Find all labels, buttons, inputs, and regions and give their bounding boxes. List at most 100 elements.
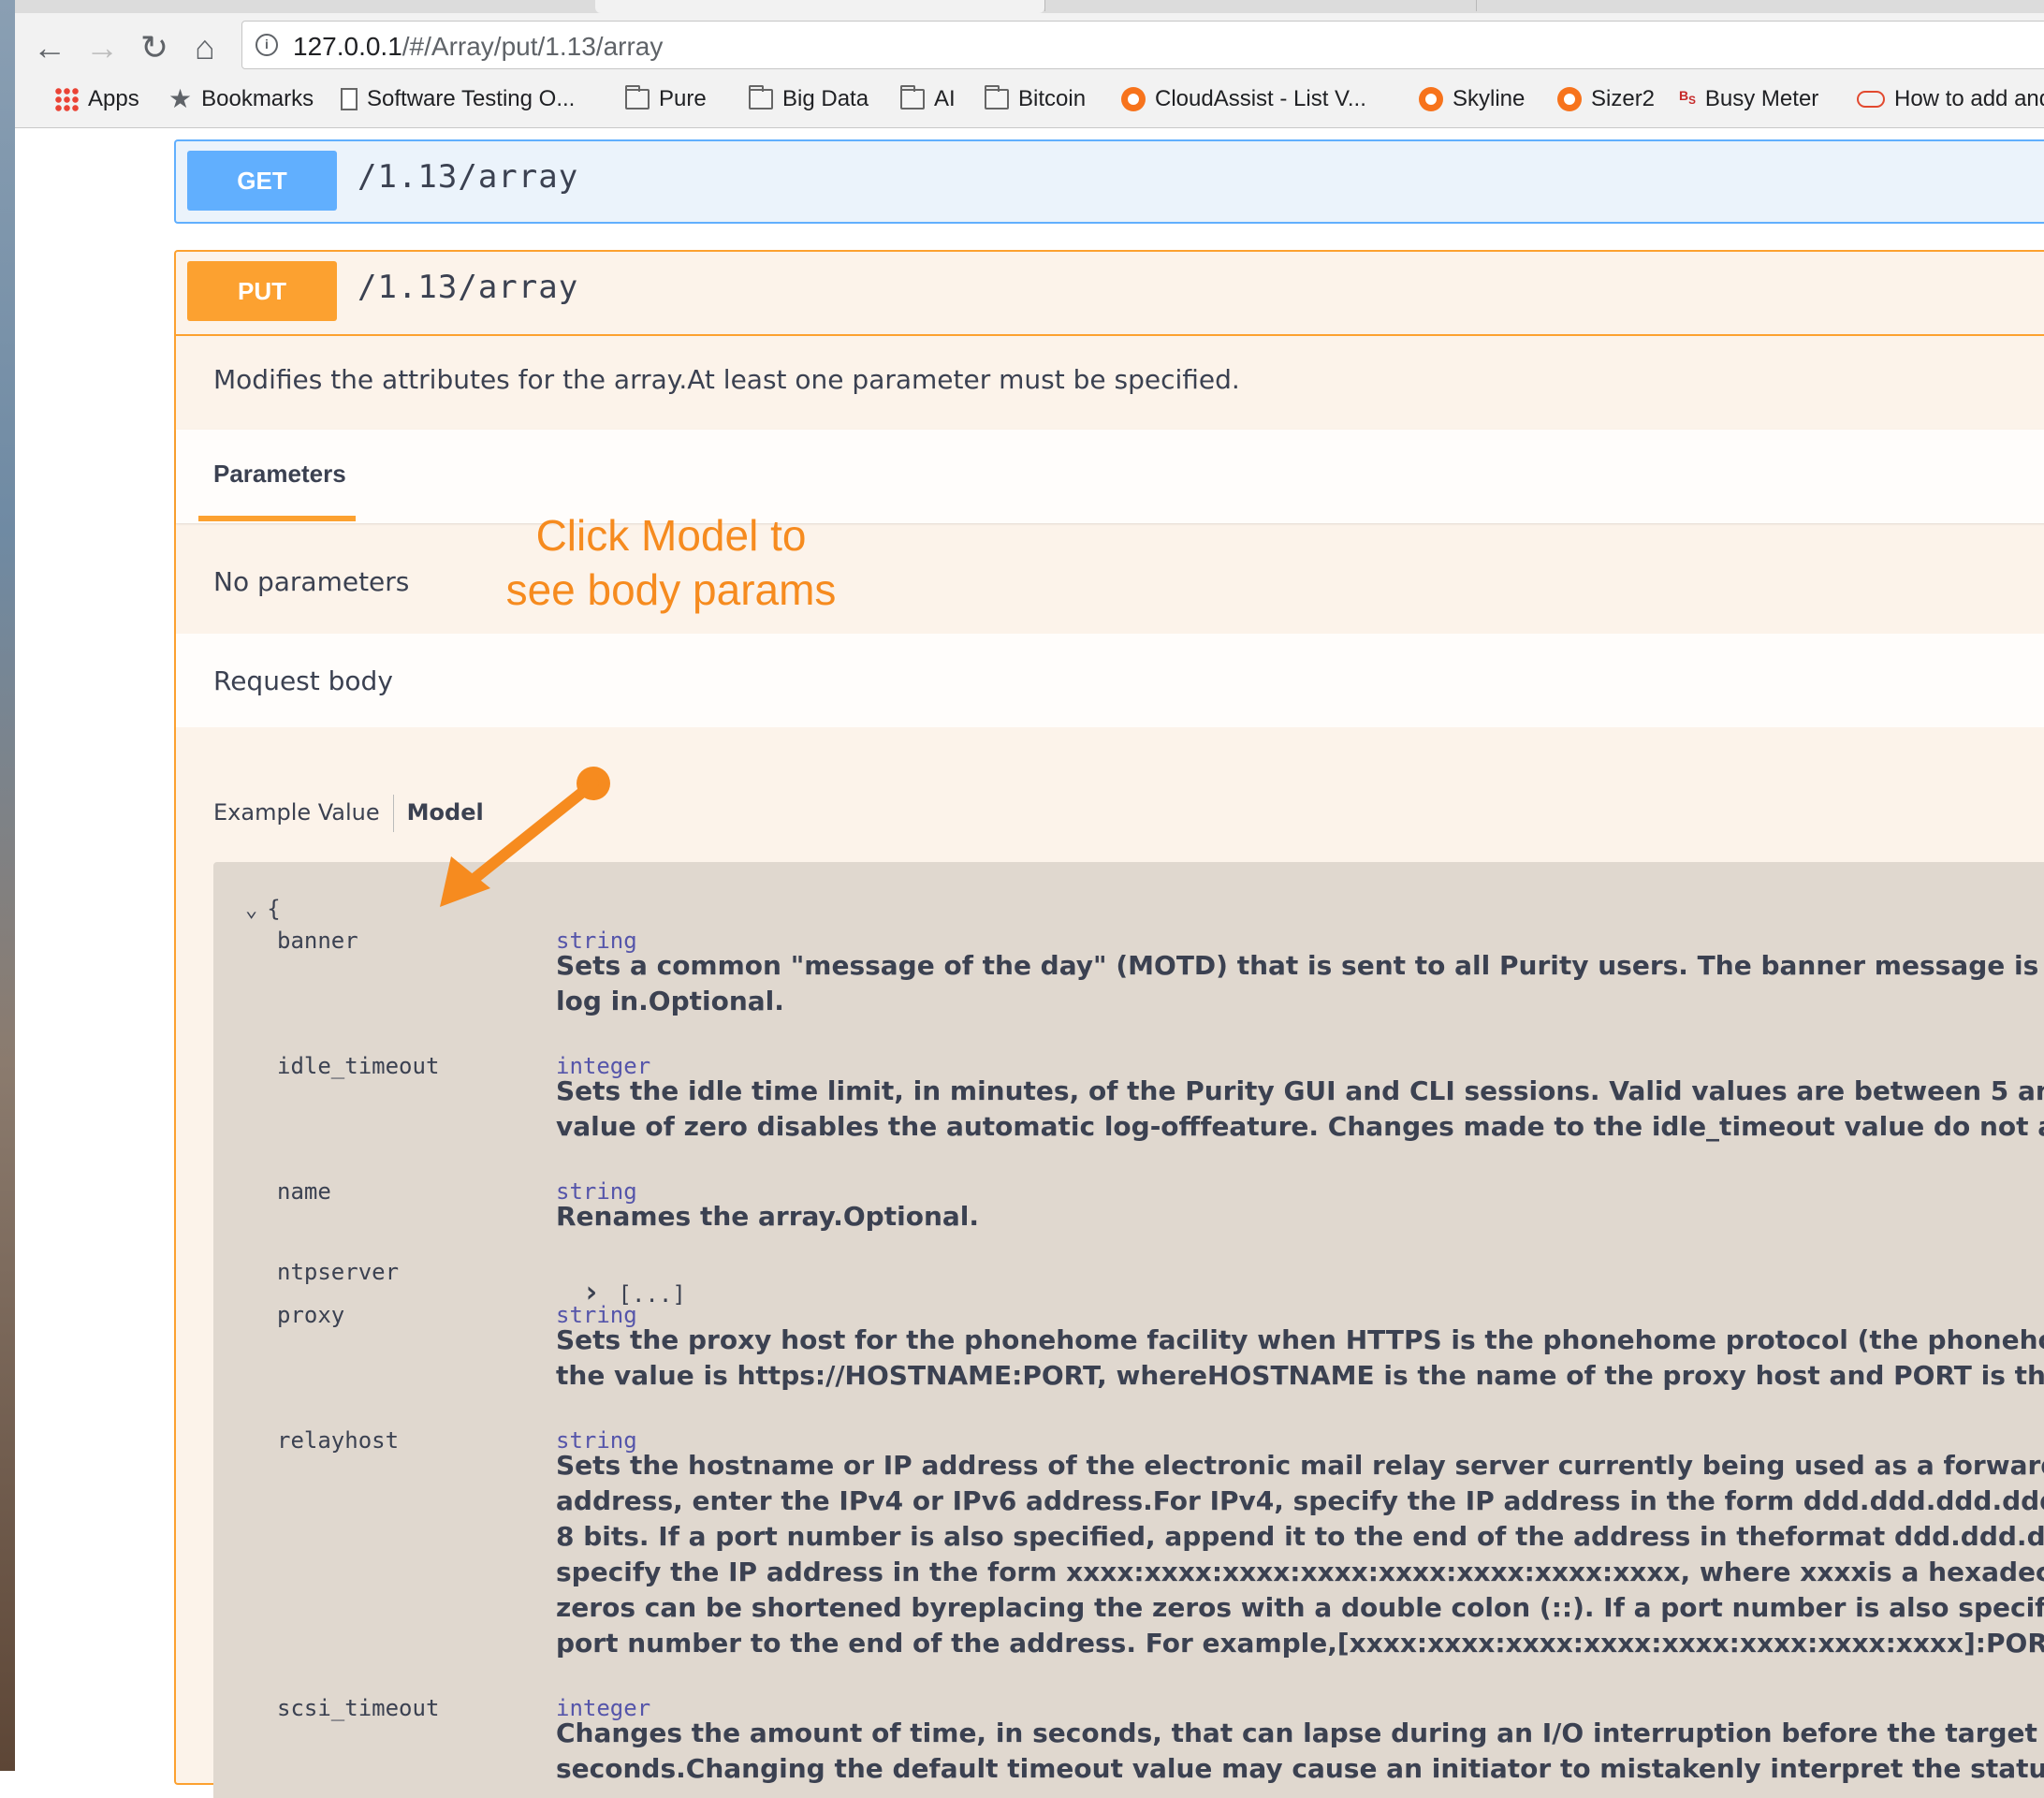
bookmark-label: Bitcoin [1018, 86, 1087, 111]
description-line: 8 bits. If a port number is also specifi… [556, 1521, 2044, 1552]
property-name: name [277, 1178, 331, 1205]
forward-icon[interactable]: → [79, 24, 125, 71]
bookmark-busy-meter[interactable]: BS Busy Meter [1679, 80, 1818, 118]
bookmark-label: Sizer2 [1591, 86, 1656, 111]
get-operation[interactable]: GET /1.13/array [174, 139, 2044, 224]
bookmark-how-to-add[interactable]: How to add and [1857, 80, 2044, 118]
annotation-line-1: Click Model to [535, 511, 807, 560]
tab-active[interactable] [595, 0, 1044, 13]
browser-chrome: ← → ↻ ⌂ i 127.0.0.1/#/Array/put/1.13/arr… [15, 0, 2044, 128]
bookmark-folder-big-data[interactable]: Big Data [749, 80, 869, 118]
description-line: zeros can be shortened byreplacing the z… [556, 1592, 2044, 1623]
bookmark-skyline[interactable]: Skyline [1419, 80, 1525, 118]
description-line: log in.Optional. [556, 986, 784, 1016]
tab-strip [15, 0, 2044, 13]
put-summary[interactable]: PUT /1.13/array [176, 252, 2044, 336]
arrow-shaft [457, 778, 599, 894]
property-description: Sets the proxy host for the phonehome fa… [556, 1323, 2044, 1394]
bookmark-bookmarks[interactable]: ★ Bookmarks [168, 80, 314, 118]
url-text[interactable]: 127.0.0.1/#/Array/put/1.13/array [293, 32, 663, 62]
request-body-header: Request body [176, 634, 2044, 727]
description-line: Sets the hostname or IP address of the e… [556, 1450, 2044, 1481]
pure-storage-icon [1557, 87, 1582, 111]
apps-icon [54, 87, 79, 111]
page-icon [341, 88, 358, 110]
back-icon[interactable]: ← [26, 24, 73, 71]
pure-storage-icon [1121, 87, 1146, 111]
desktop-background [0, 0, 15, 1771]
annotation-line-2: see body params [505, 565, 837, 614]
property-description: Sets the idle time limit, in minutes, of… [556, 1074, 2044, 1145]
open-brace: { [267, 896, 281, 922]
bookmark-label: How to add and [1894, 86, 2044, 111]
tab-example-value[interactable]: Example Value [213, 799, 380, 826]
url-path: /#/Array/put/1.13/array [402, 32, 664, 61]
description-line: the value is https://HOSTNAME:PORT, wher… [556, 1360, 2044, 1391]
home-icon[interactable]: ⌂ [182, 24, 228, 71]
description-line: specify the IP address in the form xxxx:… [556, 1557, 2044, 1587]
property-description: Sets a common "message of the day" (MOTD… [556, 948, 2044, 1019]
property-name: idle_timeout [277, 1053, 440, 1079]
cloud-icon [1857, 91, 1885, 108]
request-body-title: Request body [213, 665, 393, 696]
folder-icon [900, 85, 925, 110]
property-description: Sets the hostname or IP address of the e… [556, 1448, 2044, 1661]
arrow-head [440, 856, 490, 907]
reload-icon[interactable]: ↻ [131, 24, 178, 71]
bookmark-label: CloudAssist - List V... [1155, 86, 1366, 111]
property-name: ntpserver [277, 1259, 400, 1285]
bookmark-label: Pure [659, 86, 707, 111]
annotation-arrow [440, 767, 610, 907]
model-schema: ⌄{ banner string Sets a common "message of… [213, 862, 2044, 1798]
tab-divider [392, 795, 394, 832]
swagger-content: GET /1.13/array PUT /1.13/array Modifies… [15, 128, 2044, 1798]
bookmark-label: Apps [88, 86, 139, 111]
bookmark-software-testing[interactable]: Software Testing O... [341, 80, 575, 118]
chevron-down-icon[interactable]: ⌄ [245, 899, 257, 922]
property-name: proxy [277, 1302, 345, 1328]
description-line: Sets a common "message of the day" (MOTD… [556, 950, 2044, 981]
tab-inactive[interactable] [1044, 0, 1477, 11]
get-method-badge[interactable]: GET [187, 151, 337, 211]
bookmark-label: AI [934, 86, 956, 111]
description-line: address, enter the IPv4 or IPv6 address.… [556, 1485, 2044, 1516]
bookmark-folder-ai[interactable]: AI [900, 80, 956, 118]
description-line: seconds.Changing the default timeout val… [556, 1753, 2044, 1784]
bookmark-sizer2[interactable]: Sizer2 [1557, 80, 1655, 118]
description-line: Changes the amount of time, in seconds, … [556, 1718, 2044, 1748]
bookmark-label: Big Data [782, 86, 869, 111]
info-icon[interactable]: i [256, 34, 278, 56]
bookmark-folder-pure[interactable]: Pure [625, 80, 707, 118]
bookmark-apps[interactable]: Apps [54, 80, 139, 118]
property-name: banner [277, 928, 358, 954]
bookmark-label: Busy Meter [1704, 86, 1819, 111]
url-host: 127.0.0.1 [293, 32, 402, 61]
description-line: port number to the end of the address. F… [556, 1628, 2044, 1659]
folder-icon [985, 85, 1009, 110]
property-description: Renames the array.Optional. [556, 1199, 979, 1235]
bookmark-folder-bitcoin[interactable]: Bitcoin [985, 80, 1086, 118]
put-path[interactable]: /1.13/array [358, 269, 578, 306]
bookmark-cloudassist[interactable]: CloudAssist - List V... [1121, 80, 1366, 118]
folder-icon [625, 85, 650, 110]
get-path[interactable]: /1.13/array [358, 158, 578, 196]
pure-storage-icon [1419, 87, 1443, 111]
star-icon: ★ [168, 84, 193, 113]
no-parameters-text: No parameters [213, 566, 410, 597]
description-line: Renames the array.Optional. [556, 1201, 980, 1232]
property-name: relayhost [277, 1427, 400, 1454]
put-description: Modifies the attributes for the array.At… [213, 364, 1240, 395]
bs-icon: BS [1679, 88, 1696, 107]
description-line: value of zero disables the automatic log… [556, 1111, 2044, 1142]
bookmark-label: Skyline [1453, 86, 1526, 111]
bookmarks-bar: Apps ★ Bookmarks Software Testing O... Pu… [39, 80, 2044, 118]
address-bar[interactable]: i 127.0.0.1/#/Array/put/1.13/array [241, 21, 2044, 69]
description-line: Sets the idle time limit, in minutes, of… [556, 1075, 2044, 1106]
description-line: Sets the proxy host for the phonehome fa… [556, 1324, 2044, 1355]
put-method-badge[interactable]: PUT [187, 261, 337, 321]
tab-parameters[interactable]: Parameters [213, 460, 346, 489]
model-root[interactable]: ⌄{ [245, 896, 281, 922]
active-tab-indicator [198, 516, 356, 521]
bookmark-label: Software Testing O... [367, 86, 576, 111]
annotation-callout: Click Model to see body params [455, 508, 887, 617]
